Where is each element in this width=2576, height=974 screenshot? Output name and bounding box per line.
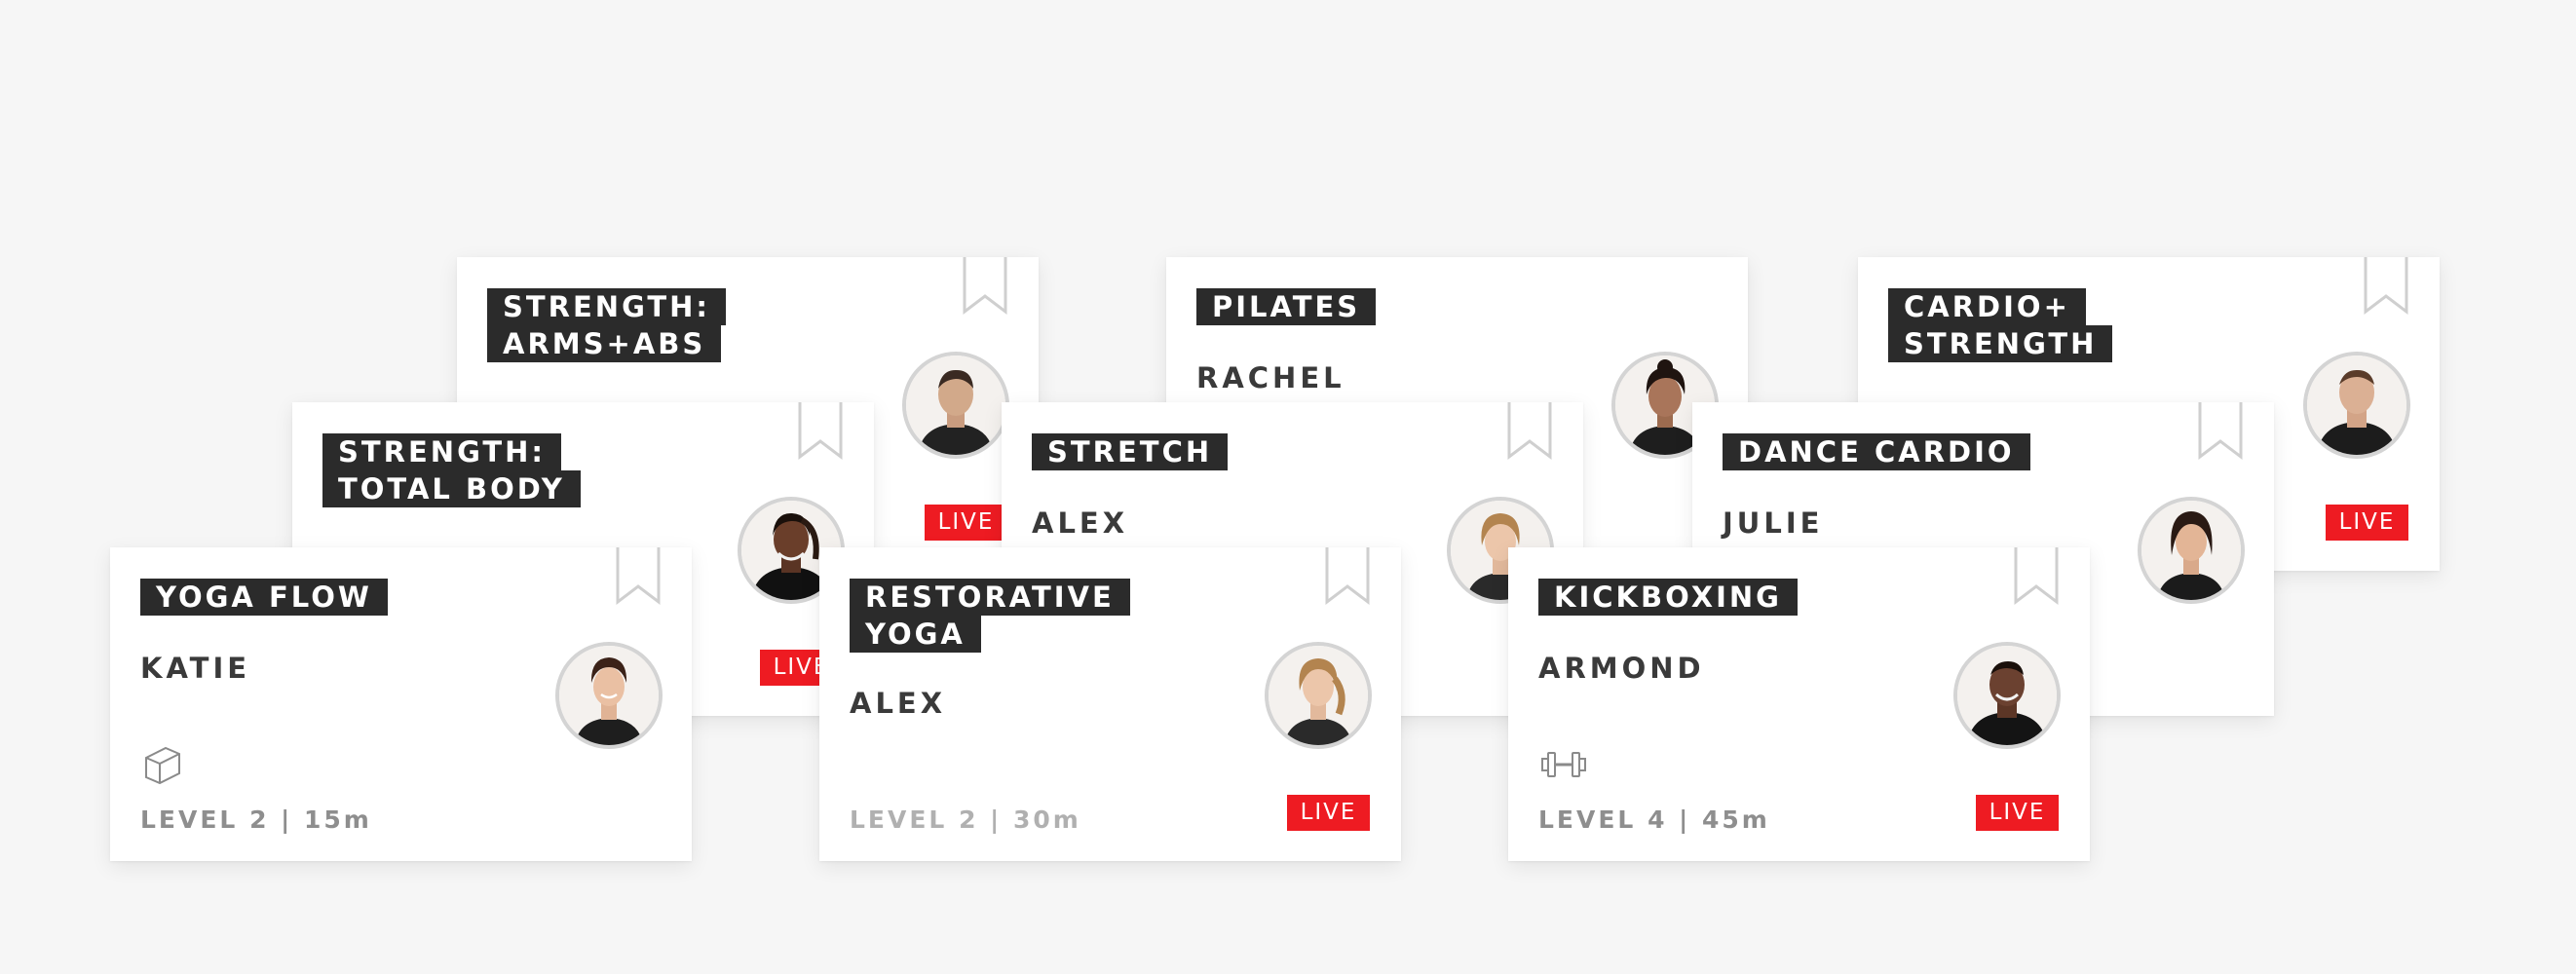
class-title: PILATES xyxy=(1196,288,1586,325)
bookmark-icon[interactable] xyxy=(616,547,661,606)
class-title: DANCE CARDIO xyxy=(1723,433,2112,470)
class-card-yoga-flow[interactable]: YOGA FLOW KATIE LEVEL 2 | 15m xyxy=(110,547,692,861)
class-title: KICKBOXING xyxy=(1538,579,1928,616)
instructor-name: ALEX xyxy=(1032,506,1129,540)
instructor-avatar xyxy=(2303,352,2410,459)
class-level-duration: LEVEL 2 | 30m xyxy=(850,805,1081,834)
instructor-name: ARMOND xyxy=(1538,652,1705,685)
class-title: STRENGTH: ARMS+ABS xyxy=(487,288,877,362)
class-title: CARDIO+ STRENGTH xyxy=(1888,288,2278,362)
bookmark-icon[interactable] xyxy=(798,402,843,461)
dumbbell-icon xyxy=(1541,752,1586,777)
live-badge: LIVE xyxy=(2326,505,2408,541)
instructor-name: RACHEL xyxy=(1196,361,1345,394)
bookmark-icon[interactable] xyxy=(1325,547,1370,606)
class-card-kickboxing[interactable]: KICKBOXING ARMOND LEVEL 4 | 45m LIVE xyxy=(1508,547,2090,861)
instructor-name: KATIE xyxy=(140,652,251,685)
bookmark-icon[interactable] xyxy=(2198,402,2243,461)
class-level-duration: LEVEL 2 | 15m xyxy=(140,805,372,834)
bookmark-icon[interactable] xyxy=(2364,257,2408,316)
instructor-avatar xyxy=(902,352,1009,459)
live-badge: LIVE xyxy=(1976,795,2059,831)
instructor-avatar xyxy=(1265,642,1372,749)
live-badge: LIVE xyxy=(1287,795,1370,831)
bookmark-icon[interactable] xyxy=(1507,402,1552,461)
instructor-avatar xyxy=(555,642,663,749)
live-badge: LIVE xyxy=(925,505,1007,541)
class-card-restorative-yoga[interactable]: RESTORATIVE YOGA ALEX LEVEL 2 | 30m LIVE xyxy=(819,547,1401,861)
instructor-name: JULIE xyxy=(1723,506,1824,540)
yoga-block-icon xyxy=(145,746,180,785)
class-title: STRENGTH: TOTAL BODY xyxy=(322,433,712,507)
instructor-avatar xyxy=(2138,497,2245,604)
class-title: STRETCH xyxy=(1032,433,1421,470)
instructor-avatar xyxy=(1953,642,2061,749)
class-title: YOGA FLOW xyxy=(140,579,530,616)
instructor-name: ALEX xyxy=(850,687,947,720)
class-level-duration: LEVEL 4 | 45m xyxy=(1538,805,1770,834)
class-title: RESTORATIVE YOGA xyxy=(850,579,1239,653)
bookmark-icon[interactable] xyxy=(963,257,1007,316)
bookmark-icon[interactable] xyxy=(2014,547,2059,606)
